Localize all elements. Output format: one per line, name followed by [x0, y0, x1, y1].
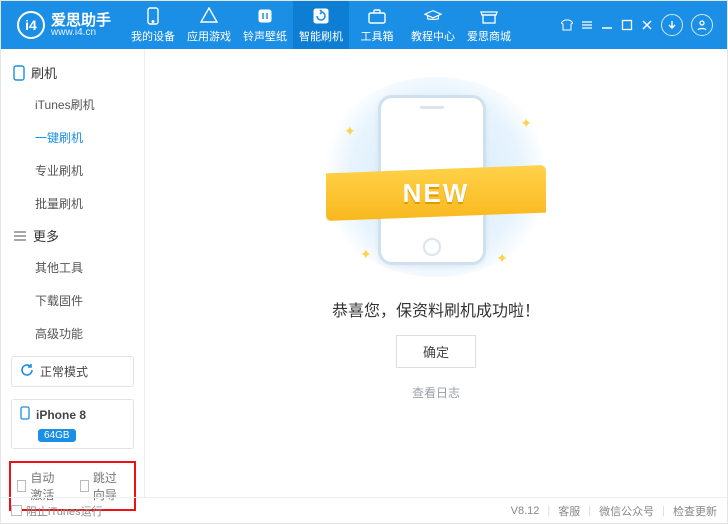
tab-smart-flash[interactable]: 智能刷机: [293, 1, 349, 49]
customer-service-link[interactable]: 客服: [558, 503, 580, 519]
separator: |: [588, 505, 591, 517]
phone-icon: [13, 65, 25, 81]
minimize-icon[interactable]: [601, 19, 613, 31]
tab-label: 我的设备: [131, 28, 175, 44]
tutorial-icon: [424, 7, 442, 25]
titlebar: i4 爱思助手 www.i4.cn 我的设备 应用游戏 铃声壁纸 智能刷机: [1, 1, 727, 49]
sidebar-item-pro-flash[interactable]: 专业刷机: [1, 154, 144, 187]
ringtone-icon: [256, 7, 274, 25]
tshirt-icon[interactable]: [561, 19, 573, 31]
sidebar-item-itunes-flash[interactable]: iTunes刷机: [1, 88, 144, 121]
sidebar-group-title: 更多: [33, 226, 59, 245]
tab-tutorials[interactable]: 教程中心: [405, 1, 461, 49]
maximize-icon[interactable]: [621, 19, 633, 31]
checkbox-icon: [11, 505, 22, 516]
success-message: 恭喜您，保资料刷机成功啦！: [332, 297, 540, 321]
storage-badge: 64GB: [38, 429, 76, 442]
success-illustration: NEW ✦ ✦ ✦ ✦: [316, 77, 556, 277]
check-update-link[interactable]: 检查更新: [673, 503, 717, 519]
sidebar: 刷机 iTunes刷机 一键刷机 专业刷机 批量刷机 更多 其他工具 下载固件 …: [1, 49, 145, 497]
status-bar: 阻止iTunes运行 V8.12 | 客服 | 微信公众号 | 检查更新: [1, 497, 727, 523]
sparkle-icon: ✦: [360, 246, 372, 263]
flash-icon: [312, 7, 330, 25]
app-window: i4 爱思助手 www.i4.cn 我的设备 应用游戏 铃声壁纸 智能刷机: [0, 0, 728, 524]
tab-label: 工具箱: [361, 28, 394, 44]
tab-label: 应用游戏: [187, 28, 231, 44]
checkbox-label: 阻止iTunes运行: [26, 503, 103, 519]
brand-name: 爱思助手: [51, 13, 111, 28]
sparkle-icon: ✦: [496, 250, 508, 267]
apps-icon: [200, 7, 218, 25]
sidebar-item-other-tools[interactable]: 其他工具: [1, 251, 144, 284]
tab-label: 铃声壁纸: [243, 28, 287, 44]
body: 刷机 iTunes刷机 一键刷机 专业刷机 批量刷机 更多 其他工具 下载固件 …: [1, 49, 727, 497]
sidebar-group-title: 刷机: [31, 63, 57, 82]
brand-url: www.i4.cn: [51, 28, 111, 38]
checkbox-block-itunes[interactable]: 阻止iTunes运行: [11, 503, 103, 519]
top-tabs: 我的设备 应用游戏 铃声壁纸 智能刷机 工具箱 教程中心: [125, 1, 555, 49]
device-name: iPhone 8: [36, 408, 86, 422]
main-panel: NEW ✦ ✦ ✦ ✦ 恭喜您，保资料刷机成功啦！ 确定 查看日志: [145, 49, 727, 497]
toolbox-icon: [368, 7, 386, 25]
view-log-link[interactable]: 查看日志: [412, 384, 460, 401]
device-icon: [144, 7, 162, 25]
sparkle-icon: ✦: [520, 115, 532, 132]
more-icon: [13, 230, 27, 242]
logo-badge-icon: i4: [17, 11, 45, 39]
wechat-link[interactable]: 微信公众号: [599, 503, 654, 519]
checkbox-icon: [17, 480, 26, 492]
version-label: V8.12: [511, 505, 540, 517]
sidebar-group-flash: 刷机: [1, 57, 144, 88]
store-icon: [480, 7, 498, 25]
tab-ringtones[interactable]: 铃声壁纸: [237, 1, 293, 49]
refresh-icon: [20, 363, 34, 380]
mode-label: 正常模式: [40, 363, 88, 380]
sparkle-icon: ✦: [344, 123, 356, 140]
sidebar-item-advanced[interactable]: 高级功能: [1, 317, 144, 350]
tab-apps-games[interactable]: 应用游戏: [181, 1, 237, 49]
tab-label: 智能刷机: [299, 28, 343, 44]
window-controls: [555, 14, 719, 36]
sidebar-list-flash: iTunes刷机 一键刷机 专业刷机 批量刷机: [1, 88, 144, 220]
mode-box[interactable]: 正常模式: [11, 356, 134, 387]
tab-label: 教程中心: [411, 28, 455, 44]
tab-label: 爱思商城: [467, 28, 511, 44]
tab-toolbox[interactable]: 工具箱: [349, 1, 405, 49]
sidebar-group-more: 更多: [1, 220, 144, 251]
new-ribbon: NEW: [326, 165, 546, 221]
download-button-icon[interactable]: [661, 14, 683, 36]
user-button-icon[interactable]: [691, 14, 713, 36]
separator: |: [547, 505, 550, 517]
checkbox-icon: [80, 480, 89, 492]
ok-button[interactable]: 确定: [396, 335, 476, 368]
menu-icon[interactable]: [581, 19, 593, 31]
sidebar-list-more: 其他工具 下载固件 高级功能: [1, 251, 144, 350]
separator: |: [662, 505, 665, 517]
ribbon-text: NEW: [403, 178, 470, 209]
tab-my-device[interactable]: 我的设备: [125, 1, 181, 49]
sidebar-item-batch-flash[interactable]: 批量刷机: [1, 187, 144, 220]
brand-logo: i4 爱思助手 www.i4.cn: [9, 11, 119, 39]
device-small-icon: [20, 406, 30, 423]
tab-store[interactable]: 爱思商城: [461, 1, 517, 49]
sidebar-item-download-firmware[interactable]: 下载固件: [1, 284, 144, 317]
sidebar-item-oneclick-flash[interactable]: 一键刷机: [1, 121, 144, 154]
close-icon[interactable]: [641, 19, 653, 31]
device-box[interactable]: iPhone 8 64GB: [11, 399, 134, 449]
